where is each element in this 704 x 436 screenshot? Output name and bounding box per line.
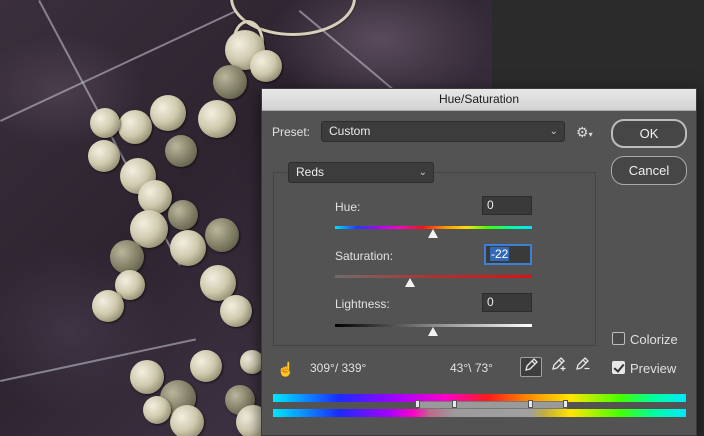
coin	[138, 180, 172, 214]
coin	[170, 230, 206, 266]
coin	[90, 108, 120, 138]
saturation-value: -22	[490, 247, 510, 261]
coin	[150, 95, 186, 131]
ok-button[interactable]: OK	[611, 119, 687, 148]
gear-icon[interactable]: ⚙▾	[576, 123, 596, 141]
coin	[220, 295, 252, 327]
output-color-spectrum	[273, 409, 686, 417]
eyedropper-minus-icon[interactable]	[572, 357, 594, 377]
coin	[110, 240, 144, 274]
saturation-slider-track[interactable]	[335, 275, 532, 278]
coin	[92, 290, 124, 322]
color-range-slider[interactable]	[419, 401, 567, 409]
range-handle[interactable]	[528, 400, 533, 408]
coin	[165, 135, 197, 167]
coin	[170, 405, 204, 436]
range-handle[interactable]	[452, 400, 457, 408]
coin	[213, 65, 247, 99]
preview-checkbox[interactable]	[612, 361, 625, 374]
saturation-slider-thumb[interactable]	[405, 278, 415, 287]
coin	[190, 350, 222, 382]
coin	[168, 200, 198, 230]
lightness-label: Lightness:	[335, 297, 390, 311]
range-right-readout: 43°\ 73°	[450, 361, 493, 375]
leaf-vein	[0, 338, 197, 382]
leaf-vein	[0, 10, 237, 122]
coin	[198, 100, 236, 138]
saturation-input[interactable]: -22	[484, 244, 532, 265]
coin	[250, 50, 282, 82]
preview-label: Preview	[630, 361, 677, 376]
adjustment-group	[273, 172, 596, 346]
preset-select[interactable]: Custom ⌄	[321, 121, 565, 142]
colorize-label: Colorize	[630, 332, 678, 347]
eyedropper-icon[interactable]	[520, 357, 542, 377]
coin	[88, 140, 120, 172]
coin	[118, 110, 152, 144]
coin	[205, 218, 239, 252]
coin	[143, 396, 171, 424]
hue-saturation-dialog: Hue/Saturation Preset: Custom ⌄ ⚙▾ OK Ca…	[261, 88, 697, 436]
hue-label: Hue:	[335, 200, 361, 214]
cancel-button[interactable]: Cancel	[611, 156, 687, 185]
chevron-down-icon: ⌄	[549, 126, 558, 137]
hue-slider-thumb[interactable]	[428, 229, 438, 238]
eyedropper-plus-icon[interactable]	[548, 357, 570, 377]
hue-input[interactable]: 0	[482, 196, 532, 215]
channel-value: Reds	[296, 165, 325, 179]
range-handle[interactable]	[415, 400, 420, 408]
chevron-down-icon: ⌄	[418, 167, 427, 178]
colorize-checkbox[interactable]	[612, 332, 625, 345]
preset-label: Preset:	[272, 125, 311, 139]
dialog-title[interactable]: Hue/Saturation	[262, 89, 696, 111]
channel-select[interactable]: Reds ⌄	[288, 162, 434, 183]
preset-value: Custom	[329, 124, 371, 138]
range-handle[interactable]	[563, 400, 568, 408]
lightness-input[interactable]: 0	[482, 293, 532, 312]
range-left-readout: 309°/ 339°	[310, 361, 367, 375]
lightness-slider-thumb[interactable]	[428, 327, 438, 336]
coin	[130, 360, 164, 394]
saturation-label: Saturation:	[335, 249, 394, 263]
hand-icon[interactable]: ☝	[275, 359, 297, 379]
